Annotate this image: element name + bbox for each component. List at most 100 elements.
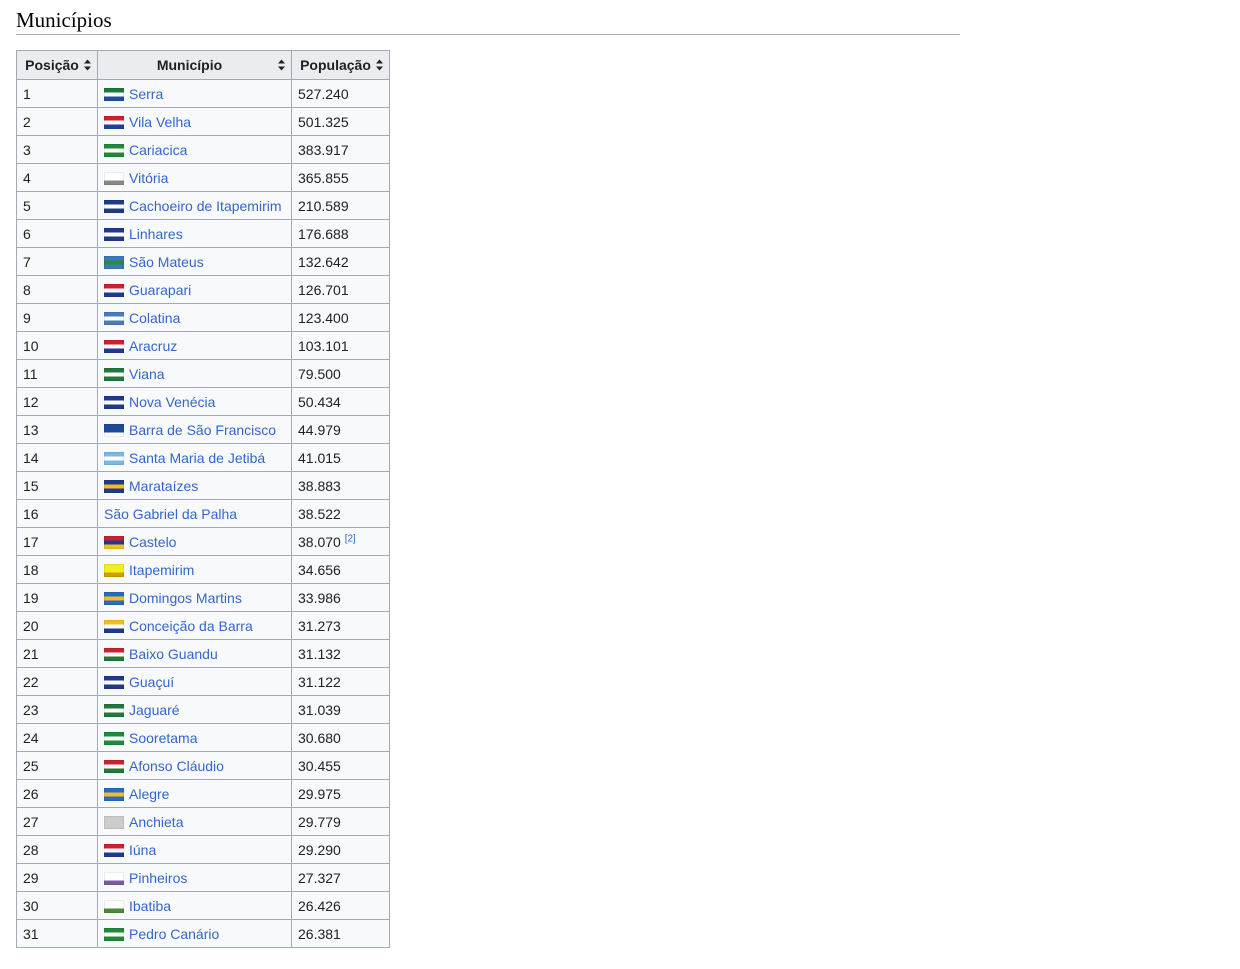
- table-row: 31 Pedro Canário 26.381: [16, 919, 390, 948]
- column-header-label: Posição: [25, 57, 79, 73]
- population-cell: 31.039: [291, 695, 390, 724]
- municipality-link[interactable]: São Mateus: [129, 254, 204, 270]
- municipality-link[interactable]: Guaçuí: [129, 674, 174, 690]
- flag-icon[interactable]: [104, 843, 124, 857]
- municipality-cell: Guarapari: [97, 275, 292, 304]
- population-value: 123.400: [298, 309, 349, 326]
- flag-icon[interactable]: [104, 339, 124, 353]
- municipality-link[interactable]: Marataízes: [129, 478, 198, 494]
- position-cell: 12: [16, 387, 98, 416]
- municipality-link[interactable]: Linhares: [129, 226, 183, 242]
- flag-icon[interactable]: [104, 563, 124, 577]
- flag-icon[interactable]: [104, 815, 124, 829]
- municipality-cell: Viana: [97, 359, 292, 388]
- flag-icon[interactable]: [104, 703, 124, 717]
- municipality-link[interactable]: Anchieta: [129, 814, 183, 830]
- municipality-link[interactable]: São Gabriel da Palha: [104, 506, 237, 522]
- municipality-link[interactable]: Aracruz: [129, 338, 177, 354]
- municipality-link[interactable]: Vitória: [129, 170, 168, 186]
- flag-icon[interactable]: [104, 479, 124, 493]
- table-row: 23 Jaguaré 31.039: [16, 695, 390, 724]
- municipality-link[interactable]: Alegre: [129, 786, 169, 802]
- municipality-link[interactable]: Baixo Guandu: [129, 646, 218, 662]
- population-value: 31.039: [298, 701, 341, 718]
- population-value: 103.101: [298, 337, 349, 354]
- flag-icon[interactable]: [104, 731, 124, 745]
- flag-icon[interactable]: [104, 591, 124, 605]
- population-cell: 29.779: [291, 807, 390, 836]
- population-cell: 176.688: [291, 219, 390, 248]
- municipality-link[interactable]: Domingos Martins: [129, 590, 242, 606]
- sort-icon: [376, 59, 383, 71]
- table-row: 24 Sooretama 30.680: [16, 723, 390, 752]
- flag-icon[interactable]: [104, 87, 124, 101]
- municipality-link[interactable]: Conceição da Barra: [129, 618, 253, 634]
- flag-icon[interactable]: [104, 255, 124, 269]
- flag-icon[interactable]: [104, 619, 124, 633]
- population-cell: 365.855: [291, 163, 390, 192]
- flag-icon[interactable]: [104, 927, 124, 941]
- municipality-cell: Ibatiba: [97, 891, 292, 920]
- municipality-link[interactable]: Jaguaré: [129, 702, 180, 718]
- position-cell: 24: [16, 723, 98, 752]
- flag-icon[interactable]: [104, 675, 124, 689]
- position-cell: 3: [16, 135, 98, 164]
- municipality-link[interactable]: Serra: [129, 86, 163, 102]
- municipality-link[interactable]: Sooretama: [129, 730, 197, 746]
- flag-icon[interactable]: [104, 143, 124, 157]
- flag-icon[interactable]: [104, 535, 124, 549]
- population-cell: 126.701: [291, 275, 390, 304]
- municipality-link[interactable]: Castelo: [129, 534, 176, 550]
- flag-icon[interactable]: [104, 115, 124, 129]
- municipality-link[interactable]: Colatina: [129, 310, 180, 326]
- table-row: 7 São Mateus 132.642: [16, 247, 390, 276]
- municipality-link[interactable]: Afonso Cláudio: [129, 758, 224, 774]
- column-header-population[interactable]: População: [291, 50, 390, 80]
- flag-icon[interactable]: [104, 451, 124, 465]
- flag-icon[interactable]: [104, 787, 124, 801]
- population-cell: 501.325: [291, 107, 390, 136]
- municipality-link[interactable]: Cariacica: [129, 142, 187, 158]
- position-cell: 1: [16, 79, 98, 108]
- population-value: 126.701: [298, 281, 349, 298]
- table-row: 3 Cariacica 383.917: [16, 135, 390, 164]
- population-value: 501.325: [298, 113, 349, 130]
- flag-icon[interactable]: [104, 395, 124, 409]
- population-value: 79.500: [298, 365, 341, 382]
- position-cell: 30: [16, 891, 98, 920]
- municipality-cell: Cariacica: [97, 135, 292, 164]
- flag-icon[interactable]: [104, 871, 124, 885]
- municipality-link[interactable]: Santa Maria de Jetibá: [129, 450, 265, 466]
- population-value: 27.327: [298, 869, 341, 886]
- flag-icon[interactable]: [104, 311, 124, 325]
- population-value: 29.975: [298, 785, 341, 802]
- flag-icon[interactable]: [104, 899, 124, 913]
- flag-icon[interactable]: [104, 227, 124, 241]
- flag-icon[interactable]: [104, 647, 124, 661]
- municipality-link[interactable]: Ibatiba: [129, 898, 171, 914]
- municipality-link[interactable]: Viana: [129, 366, 165, 382]
- population-cell: 31.273: [291, 611, 390, 640]
- column-header-municipality[interactable]: Município: [97, 50, 292, 80]
- flag-icon[interactable]: [104, 171, 124, 185]
- flag-icon[interactable]: [104, 367, 124, 381]
- municipality-link[interactable]: Itapemirim: [129, 562, 194, 578]
- flag-icon[interactable]: [104, 423, 124, 437]
- municipality-link[interactable]: Pinheiros: [129, 870, 187, 886]
- municipality-link[interactable]: Nova Venécia: [129, 394, 215, 410]
- population-cell: 527.240: [291, 79, 390, 108]
- municipality-link[interactable]: Barra de São Francisco: [129, 422, 276, 438]
- flag-icon[interactable]: [104, 283, 124, 297]
- population-value: 132.642: [298, 253, 349, 270]
- municipality-cell: Colatina: [97, 303, 292, 332]
- table-row: 10 Aracruz 103.101: [16, 331, 390, 360]
- municipality-link[interactable]: Cachoeiro de Itapemirim: [129, 198, 282, 214]
- municipality-link[interactable]: Guarapari: [129, 282, 191, 298]
- municipality-link[interactable]: Iúna: [129, 842, 156, 858]
- flag-icon[interactable]: [104, 199, 124, 213]
- flag-icon[interactable]: [104, 759, 124, 773]
- municipality-link[interactable]: Vila Velha: [129, 114, 191, 130]
- municipality-link[interactable]: Pedro Canário: [129, 926, 219, 942]
- reference-link[interactable]: [2]: [345, 533, 356, 544]
- column-header-position[interactable]: Posição: [16, 50, 98, 80]
